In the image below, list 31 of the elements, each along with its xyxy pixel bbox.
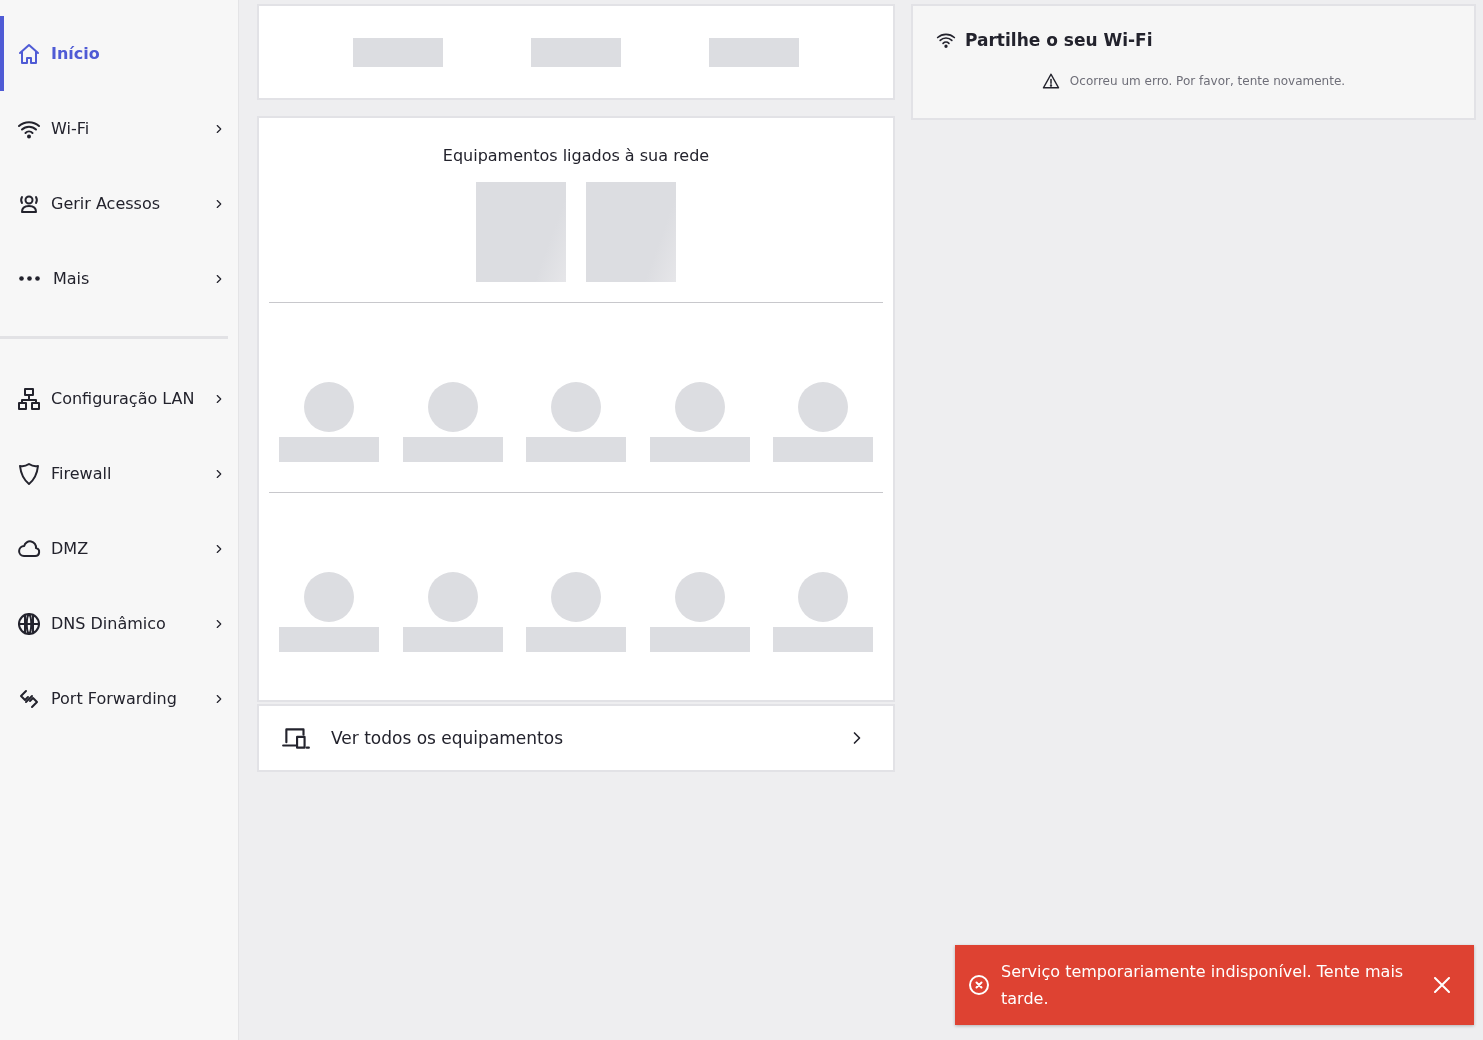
avatar-placeholder [304,572,354,622]
avatar-placeholder [551,572,601,622]
avatar-placeholder [427,382,478,432]
nav-item[interactable]: Configuração LAN [0,361,238,436]
avatar-placeholder [551,382,601,432]
avatar-placeholder [798,382,848,432]
globe-icon [17,611,41,636]
shield-icon [17,461,41,486]
nav-item[interactable]: Gerir Acessos [0,166,238,241]
nav-item[interactable]: Mais [0,241,238,316]
avatar-placeholder [304,382,354,432]
nav-item[interactable]: Início [0,16,238,91]
home-icon [17,41,41,66]
nav-item[interactable]: DNS Dinâmico [0,586,238,661]
nav-item[interactable]: Wi-Fi [0,91,238,166]
nav-item[interactable]: Firewall [0,436,238,511]
avatar-placeholder [674,382,725,432]
network-icon [17,386,41,411]
nav-item[interactable]: DMZ [0,511,238,586]
avatar-placeholder [427,572,478,622]
error-message: Ocorreu um erro. Por favor, tente novamente. [1069,74,1346,88]
more-icon [19,276,40,281]
avatar-placeholder [798,572,848,622]
toast-message: Serviço temporariamente indisponível. Tente mais tarde. [1001,961,1405,1010]
warning-icon [1041,72,1060,90]
devices-icon [281,725,311,751]
nav-item[interactable]: Port Forwarding [0,661,238,736]
view-all-devices-link[interactable]: Ver todos os equipamentos [259,706,893,770]
avatar-placeholder [674,572,725,622]
card-title: Partilhe o seu Wi-Fi [965,30,1153,50]
error-circle-icon [967,973,991,997]
